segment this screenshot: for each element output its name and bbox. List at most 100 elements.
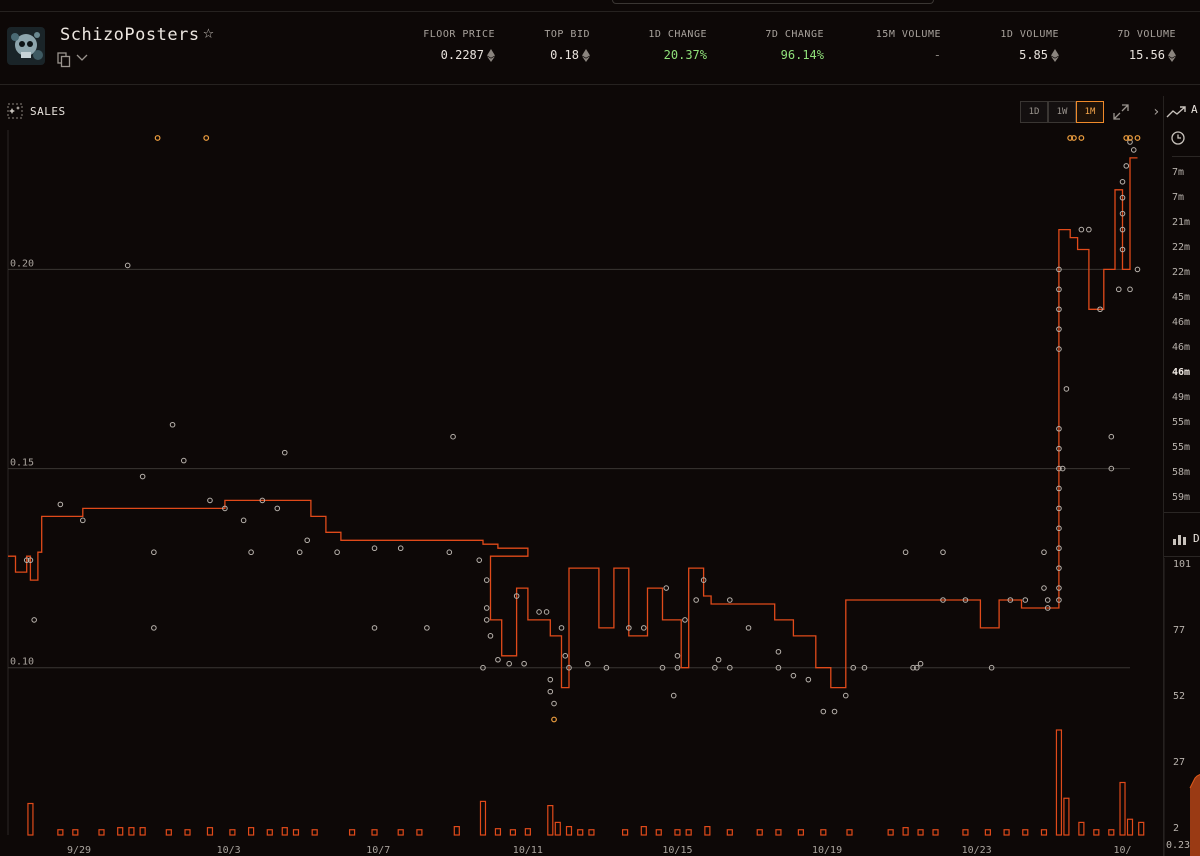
sale-point xyxy=(1130,147,1137,153)
distribution-mini-chart xyxy=(1164,558,1200,856)
activity-time[interactable]: 7m xyxy=(1172,192,1184,203)
trend-icon[interactable] xyxy=(1166,105,1188,119)
volume-bar xyxy=(932,829,939,836)
sale-point xyxy=(1044,597,1051,603)
range-1w-button[interactable]: 1W xyxy=(1048,101,1076,123)
volume-bar xyxy=(1119,781,1126,836)
volume-bar xyxy=(565,825,573,836)
volume-bar xyxy=(397,829,404,836)
collection-header: SchizoPosters ☆ FLOOR PRICE 0.2287 TOP BID… xyxy=(0,12,1200,85)
sale-point xyxy=(820,708,827,715)
chevron-right-icon[interactable]: › xyxy=(1152,104,1160,120)
x-tick-label: 9/29 xyxy=(67,845,91,855)
activity-time[interactable]: 22m xyxy=(1172,267,1190,278)
sale-point-highlight xyxy=(1134,135,1141,141)
copy-icon[interactable] xyxy=(57,52,71,68)
sale-point xyxy=(281,449,288,456)
activity-time[interactable]: 46m xyxy=(1172,342,1190,353)
stat-value-row: 96.14% xyxy=(765,48,824,62)
sale-point xyxy=(1063,386,1070,392)
volume-bar xyxy=(704,825,711,836)
sale-point xyxy=(446,549,453,556)
activity-sidebar: A 7m 7m 21m 22m 22m 45m 46m 46m 46m 49m 55m 55m 58m 5… xyxy=(1163,96,1200,856)
sale-point xyxy=(1134,266,1141,273)
sale-point xyxy=(1115,286,1122,293)
sale-point xyxy=(169,421,176,428)
sale-point xyxy=(180,457,187,464)
top-search-bar[interactable] xyxy=(612,0,934,4)
distribution-axis-label: 52 xyxy=(1173,691,1186,702)
star-outline-icon[interactable]: ☆ xyxy=(203,22,214,43)
activity-time[interactable]: 55m xyxy=(1172,442,1190,453)
volume-bar xyxy=(165,829,172,836)
sales-panel-header: SALES 1D 1W 1M xyxy=(0,98,1150,126)
volume-bar xyxy=(281,827,288,836)
volume-bar xyxy=(1055,729,1063,836)
distribution-tab-label[interactable]: D xyxy=(1193,532,1200,545)
volume-bar xyxy=(139,827,146,836)
volume-bar xyxy=(1022,829,1029,836)
expand-icon[interactable] xyxy=(1112,103,1130,121)
activity-divider xyxy=(1172,156,1200,157)
chevron-down-icon[interactable] xyxy=(76,54,88,62)
sale-point xyxy=(139,473,146,480)
stat-value: 15.56 xyxy=(1128,48,1165,62)
volume-bar xyxy=(1003,829,1010,836)
sale-point xyxy=(1123,163,1130,169)
volume-bar xyxy=(509,829,516,836)
sale-point xyxy=(506,660,512,667)
stat-floor-price: FLOOR PRICE 0.2287 xyxy=(423,29,495,62)
activity-time[interactable]: 46m xyxy=(1172,367,1190,378)
stat-value-row: 20.37% xyxy=(648,48,707,62)
volume-bar xyxy=(962,829,969,836)
distribution-axis-label: 2 xyxy=(1173,823,1180,834)
eth-icon xyxy=(582,48,590,62)
activity-time[interactable]: 59m xyxy=(1172,492,1190,503)
sale-point xyxy=(715,656,722,663)
sale-point xyxy=(547,676,554,683)
sale-point xyxy=(31,617,37,623)
stat-value: - xyxy=(933,48,941,62)
panel-title: SALES xyxy=(30,105,66,118)
activity-time[interactable]: 55m xyxy=(1172,417,1190,428)
volume-bar xyxy=(416,829,423,836)
activity-time[interactable]: 7m xyxy=(1172,167,1184,178)
activity-time[interactable]: 49m xyxy=(1172,392,1190,403)
sale-point xyxy=(207,497,213,504)
stat-value-row: - xyxy=(876,48,941,62)
volume-bar xyxy=(57,829,64,836)
activity-tab-label[interactable]: A xyxy=(1191,103,1198,116)
activity-time[interactable]: 58m xyxy=(1172,467,1190,478)
volume-bar xyxy=(846,829,853,836)
sale-point xyxy=(831,708,838,715)
eth-icon xyxy=(487,48,495,62)
volume-bar xyxy=(453,825,460,836)
sale-point xyxy=(483,577,490,583)
stat-value-row: 0.2287 xyxy=(423,48,495,62)
distribution-footer-value: 0.23 xyxy=(1166,840,1191,851)
bar-chart-icon[interactable] xyxy=(1172,533,1188,545)
sale-point xyxy=(663,585,670,591)
sale-point xyxy=(371,625,378,631)
activity-time[interactable]: 46m xyxy=(1172,317,1190,328)
sale-point xyxy=(790,672,797,679)
sale-point xyxy=(57,501,64,508)
sale-point xyxy=(80,517,86,524)
activity-time[interactable]: 22m xyxy=(1172,242,1190,253)
volume-bar xyxy=(1138,821,1145,836)
range-1d-button[interactable]: 1D xyxy=(1020,101,1048,123)
stat-value: 5.85 xyxy=(1019,48,1048,62)
collection-name[interactable]: SchizoPosters xyxy=(60,25,200,45)
stat-label: FLOOR PRICE xyxy=(423,29,495,40)
range-1m-button[interactable]: 1M xyxy=(1076,101,1104,123)
stat-label: 1D VOLUME xyxy=(1000,29,1059,40)
volume-bar xyxy=(229,829,236,836)
clock-icon[interactable] xyxy=(1171,131,1185,145)
activity-time[interactable]: 21m xyxy=(1172,217,1190,228)
activity-time[interactable]: 45m xyxy=(1172,292,1190,303)
sale-point xyxy=(1127,286,1133,293)
sales-chart[interactable]: 0.10 0.15 0.20 9/29 10/3 10/7 10/11 10/15 10/19 1… xyxy=(0,130,1160,855)
stat-value: 0.2287 xyxy=(440,48,484,62)
sale-point xyxy=(296,549,303,556)
stat-7d-volume: 7D VOLUME 15.56 xyxy=(1117,29,1176,62)
